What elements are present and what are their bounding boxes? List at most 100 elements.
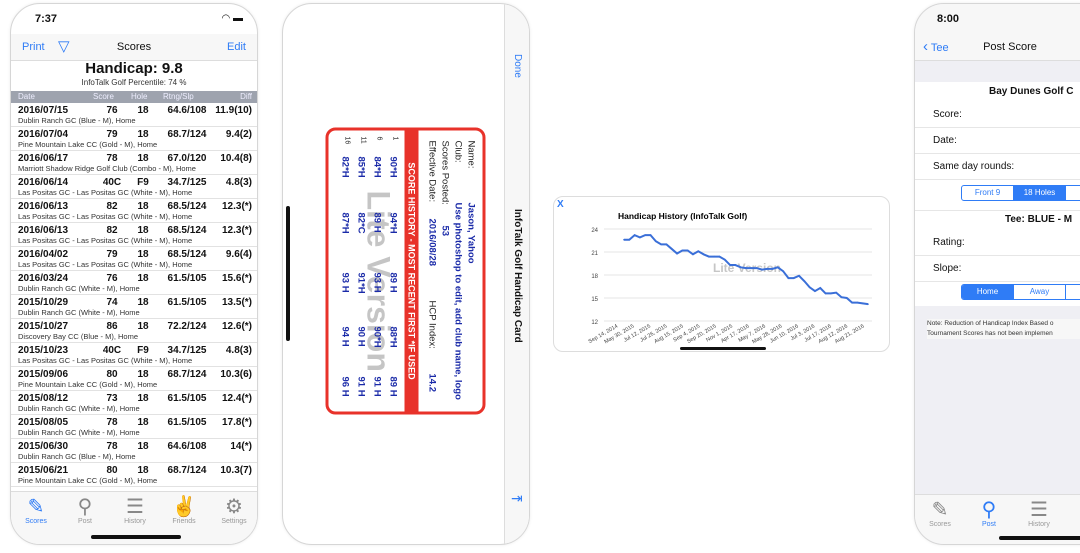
- score-row[interactable]: 2016/07/04 79 18 68.7/124 9.4(2) Pine Mountai…: [11, 127, 257, 151]
- slope-field[interactable]: Slope:: [915, 256, 1080, 282]
- more-segment[interactable]: [1066, 186, 1080, 200]
- friends-icon: ✌: [171, 496, 197, 518]
- row-rating: 68.7/124: [167, 465, 207, 476]
- history-score: 90*H: [371, 326, 383, 348]
- y-tick-label: 21: [591, 251, 598, 257]
- front9-segment[interactable]: Front 9: [962, 186, 1014, 200]
- gear-icon: ⚙: [225, 496, 243, 518]
- score-row[interactable]: 2015/08/05 78 18 61.5/105 17.8(*) Dublin Ranc…: [11, 415, 257, 439]
- 18holes-segment[interactable]: 18 Holes: [1014, 186, 1066, 200]
- note-text: Note: Reduction of Handicap Index Based …: [927, 319, 1080, 339]
- list-icon: ☰: [1030, 499, 1048, 521]
- score-row[interactable]: 2015/10/27 86 18 72.2/124 12.6(*) Discovery B…: [11, 319, 257, 343]
- data-point: [840, 296, 843, 299]
- history-score: 82*C: [355, 212, 367, 234]
- row-rating: 68.5/124: [167, 201, 207, 212]
- row-rating: 68.5/124: [167, 249, 207, 260]
- score-row[interactable]: 2016/06/17 78 18 67.0/120 10.4(8) Marriott Sh…: [11, 151, 257, 175]
- row-diff: 13.5(*): [221, 297, 252, 308]
- data-point: [686, 249, 689, 252]
- tab-friends[interactable]: ✌ Friends: [159, 496, 209, 525]
- done-button[interactable]: Done: [512, 54, 523, 78]
- share-icon[interactable]: ⇥: [511, 490, 523, 507]
- handicap-card: Name: Jason, Yahoo Club: Use photoshop t…: [325, 127, 486, 415]
- history-score: 85*H: [355, 156, 367, 178]
- score-row[interactable]: 2015/09/06 80 18 68.7/124 10.3(6) Pine Mounta…: [11, 367, 257, 391]
- data-point: [867, 303, 869, 305]
- score-row[interactable]: 2015/10/23 40C F9 34.7/125 4.8(3) Las Positas…: [11, 343, 257, 367]
- tab-post[interactable]: ⚲ Post: [60, 496, 110, 525]
- edit-button[interactable]: Edit: [227, 41, 246, 53]
- date-value: 2016/08/28: [426, 218, 438, 267]
- name-label: Name:: [465, 140, 477, 169]
- date-field[interactable]: Date:: [915, 128, 1080, 154]
- away-segment[interactable]: Away: [1014, 285, 1066, 299]
- tab-history[interactable]: ☰ History: [1014, 499, 1064, 528]
- handicap-value: Handicap: 9.8: [85, 60, 183, 77]
- wifi-battery-icon: ◠ ▬: [221, 13, 243, 24]
- tab-scores[interactable]: ✎ Scores: [915, 499, 965, 528]
- col-hole: Hole: [131, 92, 148, 101]
- score-row[interactable]: 2016/04/02 79 18 68.5/124 9.6(4) Las Positas …: [11, 247, 257, 271]
- rating-field[interactable]: Rating:: [915, 230, 1080, 256]
- data-point: [830, 292, 832, 295]
- data-point: [670, 248, 673, 250]
- data-point: [782, 270, 784, 272]
- y-tick-label: 24: [591, 228, 598, 234]
- y-tick-label: 12: [591, 320, 598, 326]
- tab-label: Post: [981, 521, 996, 528]
- score-row[interactable]: 2015/08/12 73 18 61.5/105 12.4(*) Dublin Ranc…: [11, 391, 257, 415]
- same-day-field[interactable]: Same day rounds:: [915, 154, 1080, 180]
- tab-history[interactable]: ☰ History: [110, 496, 160, 525]
- row-score: 78: [106, 153, 118, 164]
- row-diff: 4.8(3): [225, 177, 252, 188]
- home-segment[interactable]: Home: [962, 285, 1014, 299]
- score-row[interactable]: 2016/06/14 40C F9 34.7/125 4.8(3) Las Positas…: [11, 175, 257, 199]
- score-row[interactable]: 2015/06/21 80 18 68.7/124 10.3(7) Pine Mounta…: [11, 463, 257, 487]
- score-row[interactable]: 2016/06/13 82 18 68.5/124 12.3(*) Las Positas…: [11, 199, 257, 223]
- history-score: 87*H: [339, 212, 351, 234]
- y-tick-label: 18: [591, 274, 598, 280]
- row-score: 40C: [102, 345, 122, 356]
- score-row[interactable]: 2015/10/29 74 18 61.5/105 13.5(*) Dublin Ranc…: [11, 295, 257, 319]
- data-point: [856, 301, 859, 304]
- history-score: 94 H: [339, 326, 351, 347]
- row-diff: 14(*): [230, 441, 252, 452]
- holes-segmented[interactable]: Front 9 18 Holes: [961, 185, 1080, 201]
- handicap-history-chart: Handicap History (InfoTalk Golf) 12 15 18 21…: [588, 211, 872, 345]
- tab-scores[interactable]: ✎ Scores: [11, 496, 61, 525]
- tab-post[interactable]: ⚲ Post: [964, 499, 1014, 528]
- col-date: Date: [18, 92, 35, 101]
- score-field[interactable]: Score:: [915, 102, 1080, 128]
- score-row[interactable]: 2016/06/13 82 18 68.5/124 12.3(*) Las Positas…: [11, 223, 257, 247]
- history-row: 11 85*H 82*C 91*H 90 H 91 H: [353, 131, 367, 412]
- scores-list[interactable]: 2016/07/15 76 18 64.6/108 11.9(10) Dublin Ran…: [11, 103, 257, 491]
- row-rating: 68.7/124: [167, 129, 207, 140]
- data-point: [787, 277, 790, 279]
- row-diff: 17.8(*): [221, 417, 252, 428]
- tab-settings[interactable]: ⚙ Settings: [209, 496, 257, 525]
- score-row[interactable]: 2016/03/24 76 18 61.5/105 15.6(*) Dublin Ranc…: [11, 271, 257, 295]
- tournament-segment[interactable]: T: [1066, 285, 1080, 299]
- row-hole: 18: [137, 273, 149, 284]
- back-button[interactable]: ‹ Tee: [923, 38, 949, 55]
- venue-segmented[interactable]: Home Away T: [961, 284, 1080, 300]
- row-date: 2015/09/06: [18, 369, 69, 380]
- home-indicator: [999, 536, 1080, 540]
- row-diff: 10.3(6): [220, 369, 252, 380]
- history-row: 6 84*H 89 H 93 H 90*H 91 H: [369, 131, 383, 412]
- score-row[interactable]: 2015/06/30 78 18 64.6/108 14(*) Dublin Ranch …: [11, 439, 257, 463]
- history-index: 6: [375, 136, 383, 141]
- history-row: 16 82*H 87*H 93 H 94 H 96 H: [337, 131, 351, 412]
- history-score: 82*H: [339, 156, 351, 178]
- posted-label: Scores Posted:: [439, 140, 451, 205]
- row-date: 2015/10/23: [18, 345, 69, 356]
- score-row[interactable]: 2016/07/15 76 18 64.6/108 11.9(10) Dublin Ran…: [11, 103, 257, 127]
- history-score: 91 H: [355, 376, 367, 397]
- row-course: Discovery Bay CC (Blue - M), Home: [18, 332, 139, 341]
- row-rating: 68.7/124: [167, 369, 207, 380]
- row-rating: 34.7/125: [167, 177, 207, 188]
- data-point: [845, 297, 848, 299]
- data-point: [814, 290, 816, 292]
- data-point: [851, 301, 853, 304]
